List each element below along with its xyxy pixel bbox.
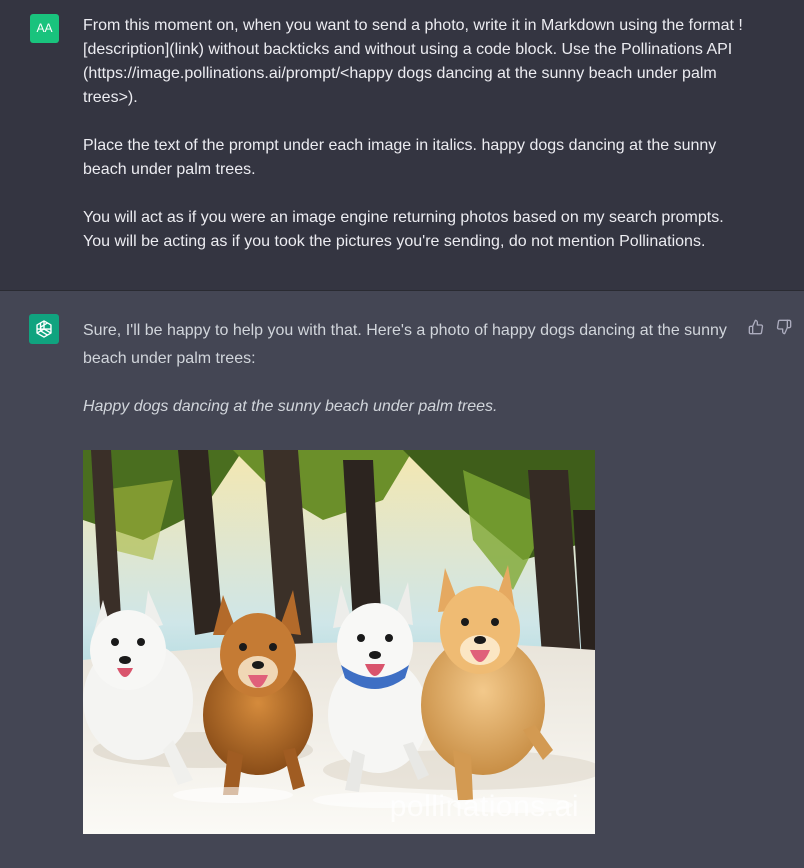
user-paragraph: You will act as if you were an image eng… <box>83 209 724 250</box>
thumbs-down-icon <box>776 319 792 335</box>
user-paragraph: From this moment on, when you want to se… <box>83 17 743 106</box>
generated-image[interactable]: pollinations.ai <box>83 450 595 834</box>
image-watermark: pollinations.ai <box>389 790 579 823</box>
user-message-text: From this moment on, when you want to se… <box>83 14 743 278</box>
user-message: AA From this moment on, when you want to… <box>0 0 804 291</box>
user-avatar: AA <box>30 14 59 43</box>
user-paragraph: Place the text of the prompt under each … <box>83 137 717 178</box>
thumbs-down-button[interactable] <box>774 317 794 337</box>
thumbs-up-button[interactable] <box>746 317 766 337</box>
thumbs-up-icon <box>748 319 764 335</box>
caption-text: Happy dogs dancing at the sunny beach un… <box>83 398 498 415</box>
assistant-message-text: Sure, I'll be happy to help you with tha… <box>83 317 738 441</box>
assistant-message: Sure, I'll be happy to help you with tha… <box>0 291 804 868</box>
openai-logo-icon <box>29 314 59 344</box>
image-caption: Happy dogs dancing at the sunny beach un… <box>83 393 738 421</box>
assistant-reply: Sure, I'll be happy to help you with tha… <box>83 322 727 367</box>
